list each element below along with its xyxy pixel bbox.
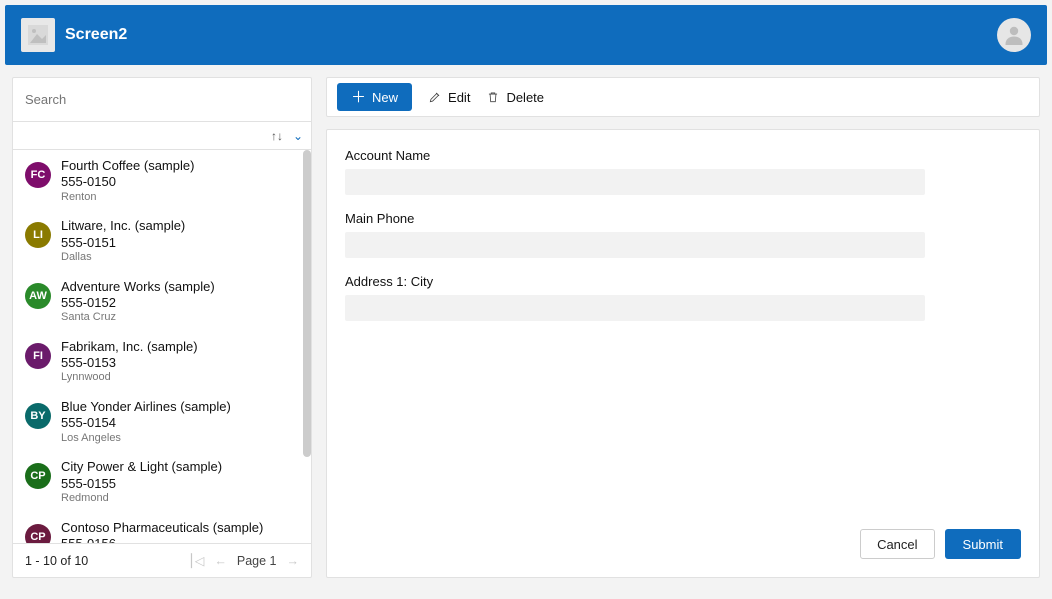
item-name: City Power & Light (sample)	[61, 459, 222, 475]
item-name: Fabrikam, Inc. (sample)	[61, 339, 198, 355]
toolbar: ＋ New Edit Delete	[326, 77, 1040, 117]
plus-icon: ＋	[351, 90, 366, 105]
field-label: Main Phone	[345, 211, 1021, 226]
chevron-down-icon[interactable]: ⌄	[293, 129, 303, 143]
pager-prev-icon[interactable]: ←	[214, 554, 227, 568]
record-list: FC Fourth Coffee (sample)555-0150Renton LI…	[13, 150, 311, 543]
list-panel: ↑↓ ⌄ FC Fourth Coffee (sample)555-0150Ren…	[12, 77, 312, 578]
trash-icon	[486, 90, 500, 104]
list-item[interactable]: LI Litware, Inc. (sample)555-0151Dallas	[13, 210, 311, 270]
list-item[interactable]: AW Adventure Works (sample)555-0152Santa …	[13, 271, 311, 331]
item-phone: 555-0151	[61, 235, 185, 251]
search-input[interactable]	[13, 78, 311, 121]
item-phone: 555-0152	[61, 295, 215, 311]
sort-row: ↑↓ ⌄	[13, 122, 311, 150]
list-item[interactable]: BY Blue Yonder Airlines (sample)555-0154L…	[13, 391, 311, 451]
pager-next-icon[interactable]: →	[287, 554, 300, 568]
form-panel: Account Name Main Phone Address 1: City Ca…	[326, 129, 1040, 578]
item-name: Contoso Pharmaceuticals (sample)	[61, 520, 263, 536]
image-placeholder-icon	[26, 23, 50, 47]
field-input[interactable]	[345, 169, 925, 195]
pager-first-icon[interactable]: ⎮◁	[188, 553, 204, 568]
item-name: Adventure Works (sample)	[61, 279, 215, 295]
field-input[interactable]	[345, 295, 925, 321]
field-label: Account Name	[345, 148, 1021, 163]
item-city: Dallas	[61, 251, 185, 265]
edit-button[interactable]: Edit	[428, 90, 470, 105]
sort-icon[interactable]: ↑↓	[271, 129, 283, 143]
item-phone: 555-0156	[61, 536, 263, 543]
item-phone: 555-0155	[61, 476, 222, 492]
avatar-badge: CP	[25, 463, 51, 489]
item-name: Blue Yonder Airlines (sample)	[61, 399, 231, 415]
list-item[interactable]: CP Contoso Pharmaceuticals (sample)555-01…	[13, 512, 311, 544]
pager-page-label: Page 1	[237, 554, 277, 568]
item-city: Redmond	[61, 492, 222, 506]
field-input[interactable]	[345, 232, 925, 258]
pencil-icon	[428, 90, 442, 104]
edit-button-label: Edit	[448, 90, 470, 105]
avatar-badge: LI	[25, 222, 51, 248]
item-phone: 555-0153	[61, 355, 198, 371]
item-phone: 555-0150	[61, 174, 194, 190]
item-city: Lynnwood	[61, 371, 198, 385]
pager: 1 - 10 of 10 ⎮◁ ← Page 1 →	[13, 543, 311, 577]
submit-button[interactable]: Submit	[945, 529, 1021, 559]
delete-button[interactable]: Delete	[486, 90, 544, 105]
item-city: Los Angeles	[61, 432, 231, 446]
delete-button-label: Delete	[506, 90, 544, 105]
app-header: Screen2	[5, 5, 1047, 65]
item-name: Fourth Coffee (sample)	[61, 158, 194, 174]
avatar-badge: CP	[25, 524, 51, 544]
list-item[interactable]: CP City Power & Light (sample)555-0155Red…	[13, 451, 311, 511]
pager-range: 1 - 10 of 10	[25, 554, 88, 568]
item-city: Santa Cruz	[61, 311, 215, 325]
person-icon	[1002, 23, 1026, 47]
item-city: Renton	[61, 191, 194, 205]
list-item[interactable]: FC Fourth Coffee (sample)555-0150Renton	[13, 150, 311, 210]
avatar-badge: FC	[25, 162, 51, 188]
scrollbar[interactable]	[303, 150, 311, 457]
field-label: Address 1: City	[345, 274, 1021, 289]
new-button-label: New	[372, 90, 398, 105]
avatar-badge: AW	[25, 283, 51, 309]
item-name: Litware, Inc. (sample)	[61, 218, 185, 234]
list-item[interactable]: FI Fabrikam, Inc. (sample)555-0153Lynnwoo…	[13, 331, 311, 391]
page-title: Screen2	[65, 26, 127, 44]
cancel-button[interactable]: Cancel	[860, 529, 934, 559]
new-button[interactable]: ＋ New	[337, 83, 412, 111]
avatar-badge: BY	[25, 403, 51, 429]
user-avatar[interactable]	[997, 18, 1031, 52]
item-phone: 555-0154	[61, 415, 231, 431]
avatar-badge: FI	[25, 343, 51, 369]
app-logo	[21, 18, 55, 52]
